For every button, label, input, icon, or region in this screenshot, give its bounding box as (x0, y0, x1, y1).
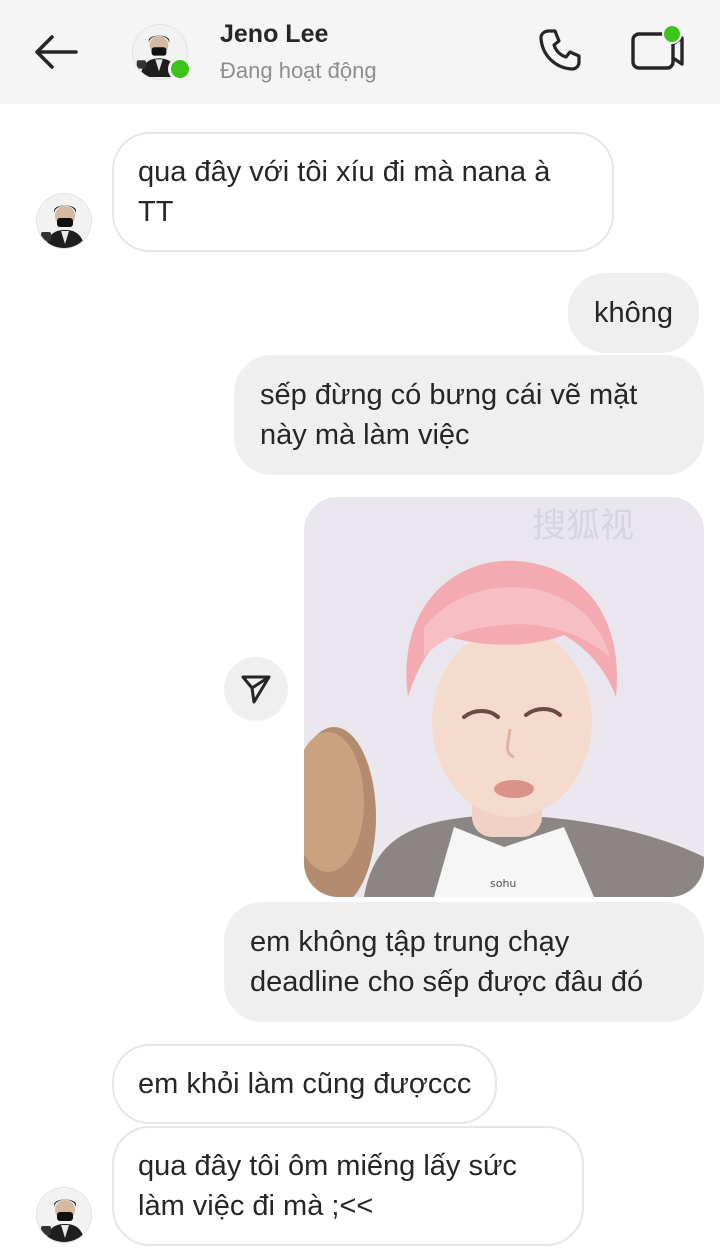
message-bubble-outgoing[interactable]: không (568, 273, 700, 353)
contact-name[interactable]: Jeno Lee (220, 20, 328, 49)
online-indicator (168, 57, 192, 81)
contact-avatar-small[interactable] (36, 1187, 92, 1243)
message-bubble-incoming[interactable]: qua đây với tôi xíu đi mà nana à TT (112, 132, 614, 252)
voice-call-button[interactable] (532, 24, 588, 76)
chat-header: Jeno Lee Đang hoạt động (0, 0, 720, 104)
message-bubble-outgoing[interactable]: em không tập trung chạy deadline cho sếp… (224, 902, 704, 1022)
message-bubble-incoming[interactable]: qua đây tôi ôm miếng lấy sức làm việc đi… (112, 1126, 584, 1246)
message-bubble-incoming[interactable]: em khỏi làm cũng đượccc (112, 1044, 498, 1124)
image-message[interactable]: 搜狐视 sohu (304, 497, 704, 897)
image-mark: sohu (490, 877, 516, 890)
contact-avatar-small[interactable] (36, 193, 92, 249)
message-bubble-outgoing[interactable]: sếp đừng có bưng cái vẽ mặt này mà làm v… (234, 355, 704, 475)
contact-status: Đang hoạt động (220, 58, 377, 83)
video-camera-icon (631, 24, 684, 70)
video-call-button[interactable] (626, 22, 688, 78)
share-button[interactable] (224, 657, 288, 721)
back-button[interactable] (28, 28, 84, 76)
send-icon (241, 675, 271, 704)
chat-screen: Jeno Lee Đang hoạt động qua đây với tôi … (0, 0, 720, 1260)
photo-pink-hair-person: 搜狐视 sohu (304, 497, 704, 897)
phone-icon (539, 29, 581, 71)
arrow-left-icon (35, 35, 78, 69)
watermark-text: 搜狐视 (532, 506, 634, 546)
